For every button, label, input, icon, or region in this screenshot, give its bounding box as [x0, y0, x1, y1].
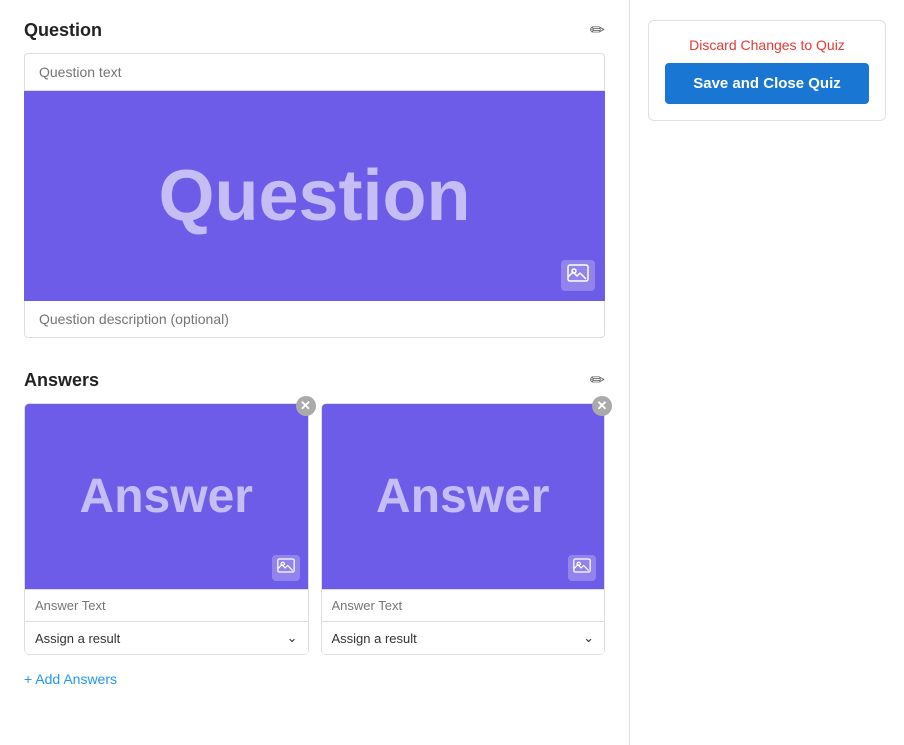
question-image-big-text: Question	[158, 155, 470, 237]
left-panel: Question ✏ Question Answers ✏ ✕ Answe	[0, 0, 630, 745]
answer-result-dropdown-1[interactable]: Assign a result ⌄	[25, 621, 308, 654]
answers-edit-icon[interactable]: ✏	[590, 370, 605, 391]
answer-image-area-2: Answer	[322, 404, 605, 589]
answer-remove-btn-2[interactable]: ✕	[592, 396, 612, 416]
sidebar-card: Discard Changes to Quiz Save and Close Q…	[648, 20, 886, 121]
question-section-title: Question	[24, 20, 102, 41]
answer-image-upload-icon-1[interactable]	[272, 555, 300, 581]
answer-image-upload-icon-2[interactable]	[568, 555, 596, 581]
answer-card-2: ✕ Answer Assign a result ⌄	[321, 403, 606, 655]
answer-image-area-1: Answer	[25, 404, 308, 589]
answer-card-1: ✕ Answer Assign a result ⌄	[24, 403, 309, 655]
answer-result-label-2: Assign a result	[332, 631, 417, 646]
question-image-upload-icon[interactable]	[561, 260, 595, 291]
question-edit-icon[interactable]: ✏	[590, 20, 605, 41]
answers-grid: ✕ Answer Assign a result ⌄	[24, 403, 605, 655]
answers-section: Answers ✏ ✕ Answer	[24, 370, 605, 689]
answer-remove-btn-1[interactable]: ✕	[296, 396, 316, 416]
question-section-header: Question ✏	[24, 20, 605, 41]
answer-text-input-1[interactable]	[25, 589, 308, 621]
chevron-down-icon-2: ⌄	[583, 630, 594, 646]
chevron-down-icon-1: ⌄	[287, 630, 298, 646]
question-image-area: Question	[24, 91, 605, 301]
question-text-input[interactable]	[24, 53, 605, 91]
answers-section-header: Answers ✏	[24, 370, 605, 391]
answer-image-text-1: Answer	[80, 469, 253, 524]
answers-section-title: Answers	[24, 370, 99, 391]
discard-changes-link[interactable]: Discard Changes to Quiz	[665, 37, 869, 53]
answer-result-dropdown-2[interactable]: Assign a result ⌄	[322, 621, 605, 654]
right-panel: Discard Changes to Quiz Save and Close Q…	[630, 0, 904, 745]
answer-text-input-2[interactable]	[322, 589, 605, 621]
save-close-button[interactable]: Save and Close Quiz	[665, 63, 869, 104]
answer-image-text-2: Answer	[376, 469, 549, 524]
answer-result-label-1: Assign a result	[35, 631, 120, 646]
question-description-input[interactable]	[24, 301, 605, 338]
add-answers-button[interactable]: + Add Answers	[24, 671, 117, 687]
